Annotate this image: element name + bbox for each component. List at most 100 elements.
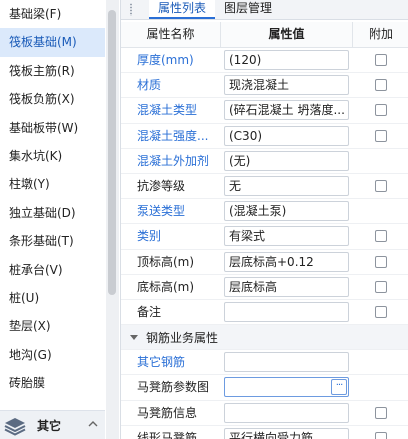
property-tabbar: 属性列表 图层管理	[121, 0, 408, 20]
nav-item[interactable]: 筏板负筋(X)	[0, 85, 105, 113]
property-name: 底标高(m)	[137, 279, 195, 294]
property-row[interactable]: 厚度(mm) (120)	[121, 48, 408, 74]
nav-item[interactable]: 柱墩(Y)	[0, 170, 105, 198]
property-value-field[interactable]	[224, 352, 349, 373]
property-value-field[interactable]: (混凝土泵)	[224, 201, 349, 222]
extra-cell	[353, 350, 408, 374]
ellipsis-button[interactable]: ···	[331, 379, 347, 396]
property-panel: 属性列表 图层管理 属性名称 属性值 附加 厚度(mm) (120) 材质 现浇混凝土…	[120, 0, 408, 439]
nav-scroll-thumb[interactable]	[108, 10, 116, 295]
nav-item[interactable]: 基础梁(F)	[0, 0, 105, 28]
tab-property-list[interactable]: 属性列表	[149, 0, 215, 19]
property-row[interactable]: 顶标高(m) 层底标高+0.12	[121, 250, 408, 275]
property-value-field[interactable]: 平行横向受力筋	[224, 427, 349, 439]
property-value-field[interactable]: 层底标高+0.12	[224, 251, 349, 272]
nav-item[interactable]: 砖胎膜	[0, 369, 105, 397]
property-name: 混凝土外加剂	[137, 153, 210, 168]
property-row[interactable]: 混凝土类型 (碎石混凝土 坍落度...	[121, 98, 408, 124]
property-value-text: 层底标高+0.12	[229, 254, 314, 269]
drag-grip-icon[interactable]	[129, 3, 133, 16]
property-value-cell	[220, 350, 353, 374]
property-name: 厚度(mm)	[137, 53, 194, 67]
property-row[interactable]: 泵送类型 (混凝土泵)	[121, 199, 408, 225]
property-value-text: 无	[229, 178, 242, 193]
header-extra: 附加	[368, 27, 393, 41]
nav-item[interactable]: 地沟(G)	[0, 341, 105, 369]
section-rebar-properties[interactable]: 钢筋业务属性	[121, 325, 408, 351]
property-value-cell: (碎石混凝土 坍落度...	[220, 98, 353, 122]
property-row[interactable]: 备注	[121, 300, 408, 326]
property-value-field[interactable]: 现浇混凝土	[224, 75, 349, 96]
property-value-cell: 有梁式	[220, 224, 353, 248]
property-row[interactable]: 材质 现浇混凝土	[121, 73, 408, 99]
collapse-triangle-icon[interactable]	[130, 334, 138, 340]
nav-footer-other[interactable]: 其它	[0, 410, 105, 439]
component-nav-panel: 基础梁(F) 筏板基础(M) 筏板主筋(R) 筏板负筋(X) 基础板带(W) 集水坑(K)…	[0, 0, 105, 439]
nav-item[interactable]: 基础板带(W)	[0, 114, 105, 142]
extra-checkbox[interactable]	[375, 431, 387, 439]
extra-cell	[353, 124, 408, 148]
property-value-field[interactable]: (碎石混凝土 坍落度...	[224, 100, 349, 121]
property-row[interactable]: 底标高(m) 层底标高	[121, 275, 408, 300]
extra-checkbox[interactable]	[375, 305, 387, 318]
extra-checkbox[interactable]	[375, 79, 387, 92]
property-name: 混凝土强度...	[137, 128, 209, 143]
nav-scrollbar[interactable]	[106, 0, 119, 439]
nav-item[interactable]: 筏板主筋(R)	[0, 57, 105, 85]
property-value-text: 有梁式	[229, 229, 266, 244]
nav-item[interactable]: 桩(U)	[0, 284, 105, 312]
rebar-property-rows: 其它钢筋马凳筋参数图 ··· 马凳筋信息线形马凳筋... 平行横向受力筋	[121, 350, 408, 439]
property-row[interactable]: 混凝土强度... (C30)	[121, 124, 408, 149]
property-value-cell	[220, 300, 353, 324]
property-name: 马凳筋参数图	[137, 380, 210, 395]
property-name: 顶标高(m)	[137, 254, 195, 269]
nav-item[interactable]: 集水坑(K)	[0, 142, 105, 170]
property-row[interactable]: 抗渗等级 无	[121, 174, 408, 200]
property-value-field[interactable]: 无	[224, 175, 349, 196]
property-value-field[interactable]: ···	[224, 377, 349, 398]
property-value-cell: 层底标高	[220, 275, 353, 299]
property-name: 混凝土类型	[137, 103, 198, 118]
property-row[interactable]: 马凳筋参数图 ···	[121, 375, 408, 401]
nav-item[interactable]: 桩承台(V)	[0, 256, 105, 284]
property-value-text: (碎石混凝土 坍落度...	[229, 103, 345, 118]
property-row[interactable]: 类别 有梁式	[121, 224, 408, 250]
nav-item[interactable]: 筏板基础(M)	[0, 28, 105, 57]
nav-item[interactable]: 条形基础(T)	[0, 227, 105, 255]
extra-checkbox[interactable]	[375, 280, 387, 293]
property-value-field[interactable]: 层底标高	[224, 276, 349, 297]
property-row[interactable]: 线形马凳筋... 平行横向受力筋	[121, 426, 408, 439]
property-name: 其它钢筋	[137, 355, 186, 370]
nav-item[interactable]: 垫层(X)	[0, 312, 105, 340]
extra-checkbox[interactable]	[375, 255, 387, 268]
extra-checkbox[interactable]	[375, 104, 387, 117]
extra-checkbox[interactable]	[375, 129, 387, 142]
property-value-cell: 现浇混凝土	[220, 73, 353, 97]
extra-cell	[353, 224, 408, 248]
extra-cell	[353, 300, 408, 324]
extra-cell	[353, 426, 408, 439]
property-row[interactable]: 其它钢筋	[121, 350, 408, 376]
property-name: 马凳筋信息	[137, 405, 198, 420]
extra-checkbox[interactable]	[375, 180, 387, 193]
property-value-field[interactable]: (无)	[224, 150, 349, 171]
property-value-field[interactable]: (120)	[224, 50, 349, 70]
property-value-field[interactable]	[224, 301, 349, 322]
extra-checkbox[interactable]	[375, 406, 387, 419]
property-row[interactable]: 马凳筋信息	[121, 401, 408, 426]
property-value-text: 现浇混凝土	[229, 78, 290, 93]
extra-checkbox[interactable]	[375, 54, 387, 67]
extra-checkbox[interactable]	[375, 230, 387, 243]
property-value-field[interactable]: (C30)	[224, 125, 349, 146]
header-name: 属性名称	[146, 27, 195, 41]
tab-layer-manage[interactable]: 图层管理	[224, 0, 272, 19]
property-value-field[interactable]	[224, 402, 349, 423]
layers-icon	[4, 418, 26, 436]
property-value-cell: (无)	[220, 149, 353, 173]
chevron-up-icon[interactable]	[87, 418, 99, 430]
nav-item[interactable]: 独立基础(D)	[0, 199, 105, 227]
property-value-cell	[220, 401, 353, 425]
property-value-cell: (C30)	[220, 124, 353, 148]
property-value-field[interactable]: 有梁式	[224, 226, 349, 247]
property-row[interactable]: 混凝土外加剂 (无)	[121, 149, 408, 174]
